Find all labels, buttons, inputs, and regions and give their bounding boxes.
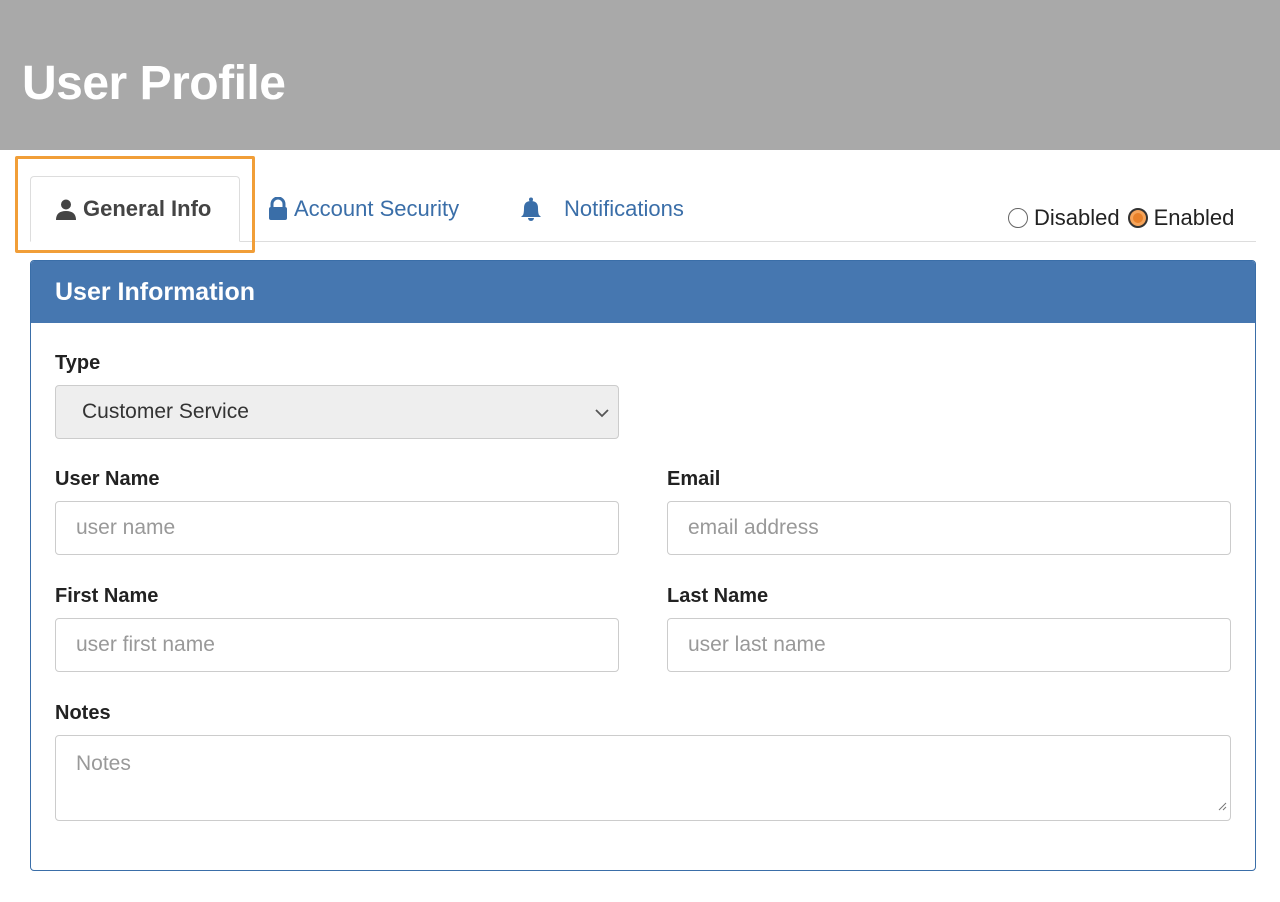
last-name-input[interactable]: user last name xyxy=(667,618,1231,672)
user-information-panel: User Information Type Customer Service U… xyxy=(30,260,1256,871)
chevron-down-icon xyxy=(594,400,610,424)
user-name-input[interactable]: user name xyxy=(55,501,619,555)
last-name-label: Last Name xyxy=(667,585,769,607)
tab-notifications-label: Notifications xyxy=(564,196,684,221)
tab-notifications[interactable]: Notifications xyxy=(520,176,684,242)
email-input[interactable]: email address xyxy=(667,501,1231,555)
email-label: Email xyxy=(667,468,721,490)
bell-icon xyxy=(520,197,542,221)
page-title: User Profile xyxy=(22,57,286,110)
type-label: Type xyxy=(55,352,101,374)
enabled-radio-label[interactable]: Enabled xyxy=(1154,205,1235,231)
disabled-radio-label[interactable]: Disabled xyxy=(1034,205,1120,231)
status-toggle: Disabled Enabled xyxy=(1008,205,1242,231)
first-name-label: First Name xyxy=(55,585,159,607)
panel-title: User Information xyxy=(31,261,1255,323)
notes-label: Notes xyxy=(55,702,111,724)
lock-icon xyxy=(268,197,288,221)
tab-account-security-label: Account Security xyxy=(294,196,460,221)
tab-general-info[interactable]: General Info xyxy=(30,176,240,242)
disabled-radio[interactable] xyxy=(1008,208,1028,228)
resize-grip-icon[interactable] xyxy=(1217,793,1227,817)
notes-placeholder: Notes xyxy=(76,752,131,775)
type-select[interactable]: Customer Service xyxy=(55,385,619,439)
type-select-value: Customer Service xyxy=(82,400,249,423)
notes-textarea[interactable]: Notes xyxy=(55,735,1231,821)
user-name-label: User Name xyxy=(55,468,160,490)
tab-account-security[interactable]: Account Security xyxy=(268,176,459,242)
user-icon xyxy=(55,198,77,220)
first-name-input[interactable]: user first name xyxy=(55,618,619,672)
enabled-radio[interactable] xyxy=(1127,208,1148,228)
tab-general-info-label: General Info xyxy=(83,196,212,221)
page-header: User Profile xyxy=(0,0,1280,150)
